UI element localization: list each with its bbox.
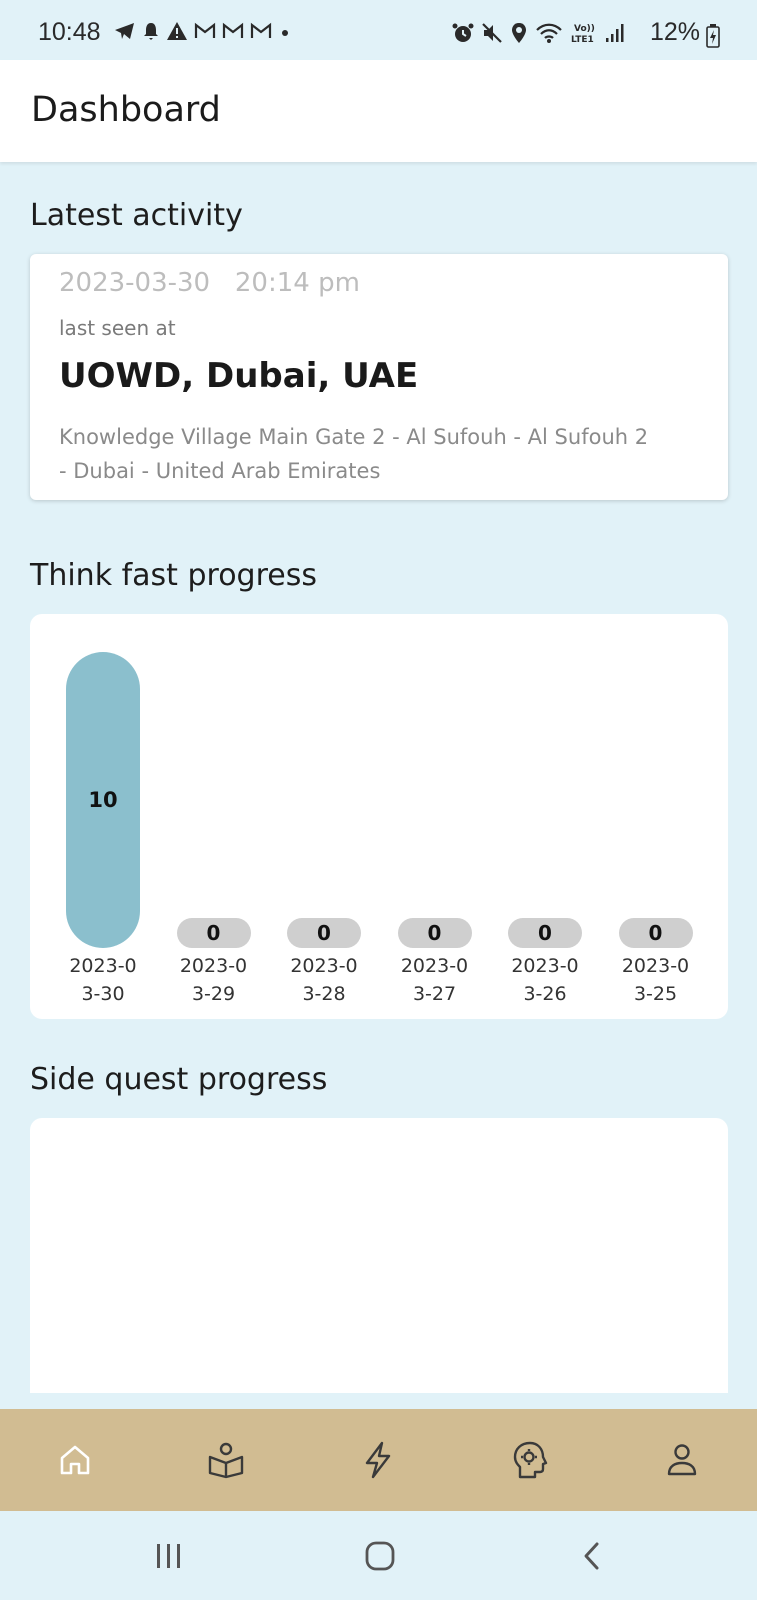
latest-activity-heading: Latest activity [30,198,243,233]
volte-icon: Vo))LTE1 [571,24,595,45]
side-quest-heading: Side quest progress [30,1062,328,1097]
back-button[interactable] [572,1539,612,1573]
home-circle-icon [365,1541,395,1571]
chart-bar: 0 [287,918,361,948]
recents-button[interactable] [149,1539,189,1573]
system-home-button[interactable] [360,1539,400,1573]
bar-data-label: 0 [427,921,442,945]
chart-bar: 0 [397,918,472,948]
status-bar: 10:48 Vo)) LTE1 12% [0,0,757,60]
bar-category-label: 2023-0 3-29 [179,955,248,1005]
battery-icon [706,24,720,48]
nav-side-quest[interactable] [510,1440,550,1480]
dot-icon [282,30,288,36]
svg-text:LTE1: LTE1 [571,35,594,45]
bar-category-label: 2023-0 3-27 [400,955,469,1005]
think-fast-chart: 10 2023-0 3-30 0 2023-0 3-29 0 2023-0 3-28 0 20… [30,614,728,1019]
nav-think-fast[interactable] [358,1440,398,1480]
svg-text:Vo)): Vo)) [574,24,595,34]
chart-bar: 10 [66,652,140,948]
book-reader-icon [208,1442,244,1479]
chart-bar: 0 [508,918,582,948]
think-fast-heading: Think fast progress [30,558,317,593]
activity-address: Knowledge Village Main Gate 2 - Al Sufou… [59,425,649,483]
nav-learn[interactable] [206,1440,246,1480]
side-quest-chart [30,1118,728,1393]
mute-icon [482,23,502,43]
latest-activity-card[interactable]: 2023-03-30 20:14 pm last seen at UOWD, D… [30,254,728,500]
activity-place: UOWD, Dubai, UAE [59,356,419,396]
page-title: Dashboard [31,90,221,130]
gmail-icon [222,22,244,38]
chart-bar: 0 [176,918,251,948]
recents-icon [157,1544,180,1568]
back-icon [584,1542,599,1570]
alarm-icon [452,23,474,42]
bottom-nav [0,1409,757,1511]
last-seen-label: last seen at [59,316,176,340]
bar-category-label: 2023-0 3-25 [621,955,690,1005]
home-icon [60,1445,90,1475]
activity-datetime: 2023-03-30 20:14 pm [59,268,360,298]
wifi-icon [536,23,562,43]
location-icon [512,23,526,43]
bar-data-label: 0 [538,921,552,945]
battery-percent: 12% [650,18,701,46]
warning-icon [167,22,187,40]
nav-profile[interactable] [662,1440,702,1480]
gmail-icon [250,22,272,38]
head-gear-icon [513,1441,548,1479]
profile-icon [667,1444,697,1476]
gmail-icon [194,22,216,38]
nav-home[interactable] [55,1440,95,1480]
status-time: 10:48 [38,18,101,46]
bar-data-label: 0 [317,921,331,945]
bar-category-label: 2023-0 3-30 [69,955,137,1005]
signal-icon [606,24,624,42]
bell-icon [144,23,158,40]
chart-bar: 0 [618,918,693,948]
bar-category-label: 2023-0 3-28 [290,955,358,1005]
app-bar: Dashboard [0,60,757,162]
bar-data-label: 10 [88,788,118,812]
telegram-icon [115,23,134,39]
bar-data-label: 0 [206,921,221,945]
bar-data-label: 0 [648,921,663,945]
lightning-icon [365,1441,391,1479]
bar-category-label: 2023-0 3-26 [511,955,579,1005]
system-nav-bar [0,1511,757,1600]
